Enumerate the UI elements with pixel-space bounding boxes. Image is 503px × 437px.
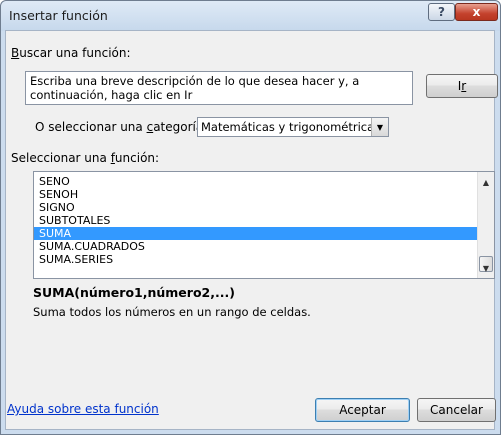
go-button[interactable]: Ir xyxy=(426,74,498,98)
help-link[interactable]: Ayuda sobre esta función xyxy=(7,402,159,416)
function-list-scrollbar[interactable]: ▲ ▼ xyxy=(477,172,494,278)
search-text-line1: Escriba una breve descripción de lo que … xyxy=(30,74,360,88)
cancel-button[interactable]: Cancelar xyxy=(417,398,496,422)
function-list-item[interactable]: SUMA xyxy=(34,227,477,240)
chevron-down-icon: ▼ xyxy=(376,122,384,132)
function-list-item[interactable]: SUMA.CUADRADOS xyxy=(34,240,477,253)
function-listbox[interactable]: SENO SENOH SIGNO SUBTOTALES SUMA SUMA.CUADRAD… xyxy=(33,171,495,279)
category-label: O seleccionar una categoría: xyxy=(35,120,208,134)
function-list-label: Seleccionar una función: xyxy=(11,151,160,165)
title-bar[interactable]: Insertar función ? x xyxy=(1,1,500,31)
category-selected-value: Matemáticas y trigonométricas xyxy=(201,120,381,134)
search-input[interactable]: Escriba una breve descripción de lo que … xyxy=(25,71,413,105)
function-list-items: SENO SENOH SIGNO SUBTOTALES SUMA SUMA.CUADRAD… xyxy=(34,175,477,266)
function-list-item[interactable]: SIGNO xyxy=(34,201,477,214)
function-description: Suma todos los números en un rango de ce… xyxy=(33,305,311,319)
scroll-up-arrow[interactable]: ▲ xyxy=(478,174,494,190)
search-text-line2: continuación, haga clic en Ir xyxy=(30,88,193,102)
category-dropdown-arrow[interactable]: ▼ xyxy=(371,118,388,136)
function-syntax: SUMA(número1,número2,...) xyxy=(33,285,235,300)
function-list-item[interactable]: SENOH xyxy=(34,188,477,201)
close-button[interactable]: x xyxy=(455,3,498,21)
close-icon: x xyxy=(472,5,481,19)
scroll-down-arrow[interactable]: ▼ xyxy=(478,260,494,276)
search-label: Buscar una función: xyxy=(11,46,131,60)
function-list-item[interactable]: SUMA.SERIES xyxy=(34,253,477,266)
triangle-up-icon: ▲ xyxy=(482,177,490,187)
help-icon: ? xyxy=(438,5,445,19)
function-list-item[interactable]: SENO xyxy=(34,175,477,188)
ok-button[interactable]: Aceptar xyxy=(315,398,410,422)
triangle-down-icon: ▼ xyxy=(482,263,490,273)
window-title: Insertar función xyxy=(9,8,108,23)
help-button[interactable]: ? xyxy=(428,3,455,21)
category-select[interactable]: Matemáticas y trigonométricas xyxy=(197,117,389,137)
function-list-item[interactable]: SUBTOTALES xyxy=(34,214,477,227)
